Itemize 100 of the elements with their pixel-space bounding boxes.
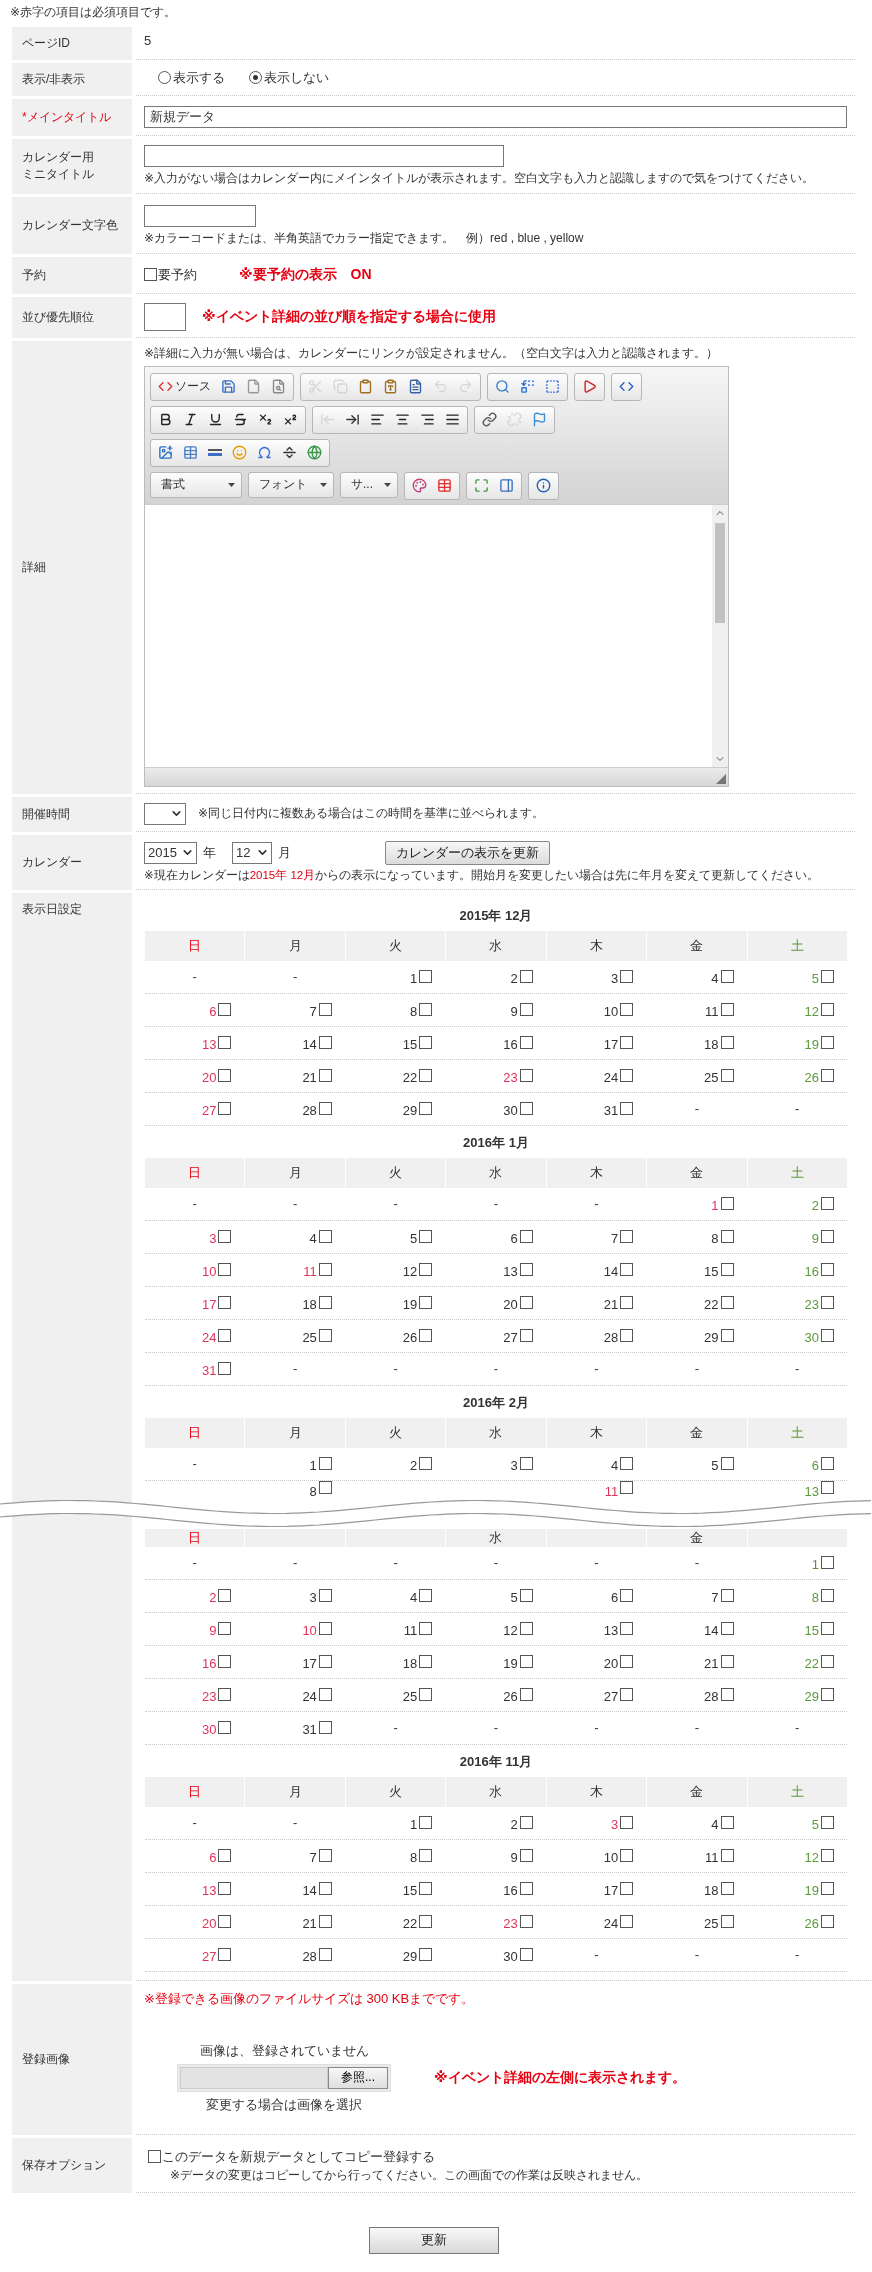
day-checkbox[interactable] xyxy=(620,1849,634,1863)
day-checkbox[interactable] xyxy=(318,1849,332,1863)
day-checkbox[interactable] xyxy=(821,1816,834,1830)
day-checkbox[interactable] xyxy=(419,1329,433,1343)
day-checkbox[interactable] xyxy=(620,970,634,984)
day-checkbox[interactable] xyxy=(218,1882,232,1896)
format-dropdown[interactable]: 書式 xyxy=(150,471,242,498)
day-checkbox[interactable] xyxy=(821,1296,834,1310)
day-checkbox[interactable] xyxy=(720,1589,734,1603)
file-picker[interactable]: 参照... xyxy=(177,2063,391,2092)
day-checkbox[interactable] xyxy=(419,1882,433,1896)
day-checkbox[interactable] xyxy=(318,1230,332,1244)
day-checkbox[interactable] xyxy=(519,1655,533,1669)
mini-title-input[interactable] xyxy=(144,144,504,167)
day-checkbox[interactable] xyxy=(720,1849,734,1863)
day-checkbox[interactable] xyxy=(419,1296,433,1310)
day-checkbox[interactable] xyxy=(720,1230,734,1244)
day-checkbox[interactable] xyxy=(821,1197,834,1211)
day-checkbox[interactable] xyxy=(419,1069,433,1083)
day-checkbox[interactable] xyxy=(821,970,834,984)
day-checkbox[interactable] xyxy=(821,1882,834,1896)
day-checkbox[interactable] xyxy=(821,1849,834,1863)
day-checkbox[interactable] xyxy=(318,1882,332,1896)
day-checkbox[interactable] xyxy=(218,1915,232,1929)
day-checkbox[interactable] xyxy=(218,1003,232,1017)
day-checkbox[interactable] xyxy=(218,1721,232,1735)
day-checkbox[interactable] xyxy=(419,1003,433,1017)
day-checkbox[interactable] xyxy=(620,1003,634,1017)
day-checkbox[interactable] xyxy=(620,1263,634,1277)
day-checkbox[interactable] xyxy=(821,1069,834,1083)
update-calendar-button[interactable]: カレンダーの表示を更新 xyxy=(385,840,550,865)
day-checkbox[interactable] xyxy=(519,1622,533,1636)
day-checkbox[interactable] xyxy=(218,1296,232,1310)
day-checkbox[interactable] xyxy=(318,1296,332,1310)
scrollbar[interactable] xyxy=(712,504,728,767)
day-checkbox[interactable] xyxy=(218,1230,232,1244)
year-select[interactable]: 2015 xyxy=(144,841,197,864)
day-checkbox[interactable] xyxy=(318,1102,332,1116)
day-checkbox[interactable] xyxy=(419,1948,433,1962)
day-checkbox[interactable] xyxy=(620,1882,634,1896)
day-checkbox[interactable] xyxy=(318,1915,332,1929)
day-checkbox[interactable] xyxy=(218,1589,232,1603)
day-checkbox[interactable] xyxy=(218,1102,232,1116)
day-checkbox[interactable] xyxy=(318,1003,332,1017)
day-checkbox[interactable] xyxy=(419,1230,433,1244)
day-checkbox[interactable] xyxy=(620,1622,634,1636)
day-checkbox[interactable] xyxy=(821,1556,834,1570)
day-checkbox[interactable] xyxy=(318,1655,332,1669)
day-checkbox[interactable] xyxy=(419,1622,433,1636)
day-checkbox[interactable] xyxy=(519,1816,533,1830)
day-checkbox[interactable] xyxy=(821,1263,834,1277)
day-checkbox[interactable] xyxy=(720,1655,734,1669)
format-dropdown[interactable]: フォント xyxy=(248,471,334,498)
day-checkbox[interactable] xyxy=(218,1263,232,1277)
day-checkbox[interactable] xyxy=(519,1688,533,1702)
day-checkbox[interactable] xyxy=(419,1036,433,1050)
day-checkbox[interactable] xyxy=(720,1622,734,1636)
day-checkbox[interactable] xyxy=(821,1036,834,1050)
day-checkbox[interactable] xyxy=(519,1102,533,1116)
day-checkbox[interactable] xyxy=(620,1915,634,1929)
day-checkbox[interactable] xyxy=(620,1457,634,1471)
day-checkbox[interactable] xyxy=(821,1915,834,1929)
day-checkbox[interactable] xyxy=(821,1622,834,1636)
reserve-checkbox[interactable] xyxy=(144,268,157,282)
day-checkbox[interactable] xyxy=(720,1816,734,1830)
day-checkbox[interactable] xyxy=(519,1849,533,1863)
time-select[interactable] xyxy=(144,802,186,825)
radio-button[interactable] xyxy=(249,71,262,85)
day-checkbox[interactable] xyxy=(218,1688,232,1702)
day-checkbox[interactable] xyxy=(519,1296,533,1310)
day-checkbox[interactable] xyxy=(218,1948,232,1962)
day-checkbox[interactable] xyxy=(519,1457,533,1471)
day-checkbox[interactable] xyxy=(419,1688,433,1702)
day-checkbox[interactable] xyxy=(720,1197,734,1211)
day-checkbox[interactable] xyxy=(821,1329,834,1343)
color-input[interactable] xyxy=(144,204,256,227)
day-checkbox[interactable] xyxy=(519,1915,533,1929)
day-checkbox[interactable] xyxy=(419,1457,433,1471)
day-checkbox[interactable] xyxy=(218,1849,232,1863)
copy-checkbox[interactable] xyxy=(148,2150,161,2164)
day-checkbox[interactable] xyxy=(620,1036,634,1050)
day-checkbox[interactable] xyxy=(620,1816,634,1830)
day-checkbox[interactable] xyxy=(620,1102,634,1116)
day-checkbox[interactable] xyxy=(821,1688,834,1702)
day-checkbox[interactable] xyxy=(519,970,533,984)
day-checkbox[interactable] xyxy=(519,1036,533,1050)
day-checkbox[interactable] xyxy=(419,970,433,984)
day-checkbox[interactable] xyxy=(620,1589,634,1603)
day-checkbox[interactable] xyxy=(419,1849,433,1863)
day-checkbox[interactable] xyxy=(519,1882,533,1896)
day-checkbox[interactable] xyxy=(720,1915,734,1929)
day-checkbox[interactable] xyxy=(519,1230,533,1244)
day-checkbox[interactable] xyxy=(419,1816,433,1830)
resize-grip-icon[interactable] xyxy=(716,773,726,784)
day-checkbox[interactable] xyxy=(620,1069,634,1083)
day-checkbox[interactable] xyxy=(519,1003,533,1017)
source-button[interactable]: ソース xyxy=(153,374,216,399)
day-checkbox[interactable] xyxy=(218,1362,232,1376)
day-checkbox[interactable] xyxy=(620,1230,634,1244)
browse-button[interactable]: 参照... xyxy=(328,2066,388,2089)
